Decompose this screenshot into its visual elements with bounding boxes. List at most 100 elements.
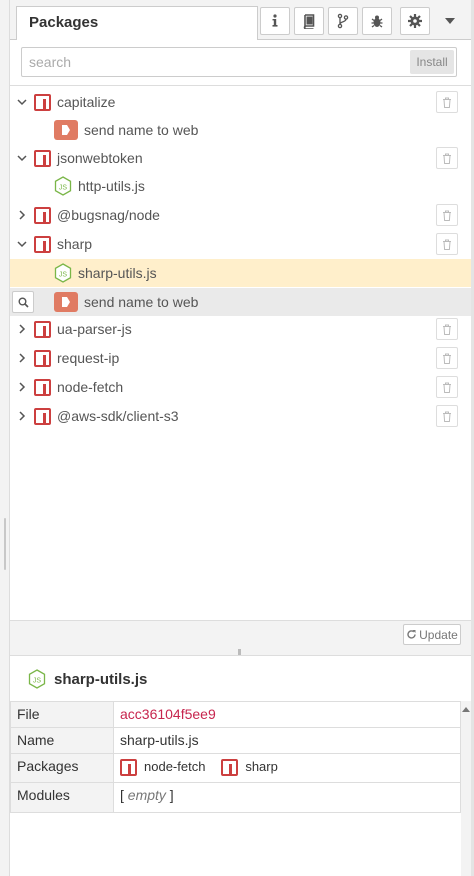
- settings-button[interactable]: [400, 7, 430, 35]
- search-bar: Install: [10, 40, 471, 86]
- js-file-icon: JS: [28, 669, 46, 689]
- delete-button[interactable]: [436, 233, 458, 255]
- trash-icon: [443, 382, 451, 393]
- package-name: capitalize: [57, 94, 116, 110]
- chevron-down-icon[interactable]: [16, 96, 28, 108]
- svg-text:JS: JS: [33, 678, 42, 685]
- js-file-icon: JS: [54, 263, 72, 283]
- panel-menu-dropdown[interactable]: [436, 7, 464, 35]
- search-input[interactable]: [22, 48, 402, 76]
- package-icon: [34, 407, 51, 425]
- tree-row-item[interactable]: JS http-utils.js: [10, 172, 471, 200]
- tree-row-package[interactable]: node-fetch: [10, 373, 471, 401]
- info-table: File acc36104f5ee9 Name sharp-utils.js P…: [10, 701, 461, 813]
- debug-button[interactable]: [362, 7, 392, 35]
- trash-icon: [443, 353, 451, 364]
- tree-row-item-selected[interactable]: JS sharp-utils.js: [10, 259, 471, 287]
- trash-icon: [443, 239, 451, 250]
- help-button[interactable]: [294, 7, 324, 35]
- rail-grip[interactable]: [4, 518, 6, 570]
- delete-button[interactable]: [436, 147, 458, 169]
- package-name: sharp: [57, 236, 93, 252]
- package-icon: [34, 349, 51, 367]
- info-scrollbar[interactable]: [461, 701, 471, 876]
- chevron-right-icon[interactable]: [16, 410, 28, 422]
- package-tree: capitalize send name to web jsonwebtoken…: [10, 88, 471, 620]
- delete-button[interactable]: [436, 204, 458, 226]
- update-button[interactable]: Update: [403, 624, 461, 645]
- delete-button[interactable]: [436, 318, 458, 340]
- tab-packages[interactable]: Packages: [16, 6, 258, 41]
- node-icon: [54, 292, 78, 312]
- info-title: sharp-utils.js: [54, 670, 148, 688]
- gear-icon: [408, 14, 422, 28]
- refresh-icon: [407, 630, 416, 639]
- caret-down-icon: [445, 18, 455, 24]
- chevron-right-icon[interactable]: [16, 323, 28, 335]
- update-bar: Update: [10, 620, 471, 647]
- svg-text:JS: JS: [59, 185, 68, 192]
- package-name: @aws-sdk/client-s3: [57, 408, 179, 424]
- caret-up-icon: [462, 706, 470, 712]
- install-button[interactable]: Install: [410, 50, 454, 74]
- package-icon: [34, 149, 51, 167]
- chevron-down-icon[interactable]: [16, 238, 28, 250]
- package-icon: [120, 758, 137, 776]
- reveal-button[interactable]: [12, 291, 34, 313]
- info-row-modules: Modules [ empty ]: [10, 782, 461, 813]
- tree-row-package[interactable]: request-ip: [10, 344, 471, 372]
- package-icon: [34, 93, 51, 111]
- info-modules: [ empty ]: [113, 782, 461, 813]
- package-icon: [34, 235, 51, 253]
- item-name: send name to web: [84, 122, 199, 138]
- panel-header: Packages: [10, 0, 471, 41]
- info-icon: [272, 14, 278, 27]
- branch-icon: [337, 13, 349, 29]
- file-link[interactable]: acc36104f5ee9: [113, 701, 461, 728]
- trash-icon: [443, 411, 451, 422]
- tree-row-item[interactable]: send name to web: [10, 116, 471, 144]
- tree-row-package[interactable]: @aws-sdk/client-s3: [10, 402, 471, 430]
- info-packages: node-fetch sharp: [113, 753, 461, 783]
- tree-row-package[interactable]: ua-parser-js: [10, 315, 471, 343]
- chevron-right-icon[interactable]: [16, 209, 28, 221]
- package-link[interactable]: node-fetch: [144, 759, 205, 774]
- tree-row-package[interactable]: @bugsnag/node: [10, 201, 471, 229]
- delete-button[interactable]: [436, 347, 458, 369]
- js-file-icon: JS: [54, 176, 72, 196]
- trash-icon: [443, 324, 451, 335]
- sidebar-resize-rail[interactable]: [0, 0, 10, 876]
- package-icon: [34, 320, 51, 338]
- info-key: Modules: [10, 782, 114, 813]
- package-name: request-ip: [57, 350, 120, 366]
- delete-button[interactable]: [436, 91, 458, 113]
- panel-splitter[interactable]: [10, 647, 471, 656]
- package-icon: [221, 758, 239, 776]
- tree-row-package[interactable]: jsonwebtoken: [10, 144, 471, 172]
- info-key: Name: [10, 727, 114, 754]
- package-name: node-fetch: [57, 379, 124, 395]
- info-row-name: Name sharp-utils.js: [10, 727, 461, 754]
- search-box: Install: [21, 47, 457, 77]
- splitter-grip[interactable]: [238, 649, 241, 655]
- bug-icon: [371, 15, 383, 28]
- package-name: @bugsnag/node: [57, 207, 160, 223]
- package-icon: [34, 378, 51, 396]
- info-header: JS sharp-utils.js: [10, 657, 471, 701]
- tree-row-package[interactable]: sharp: [10, 230, 471, 258]
- delete-button[interactable]: [436, 405, 458, 427]
- branch-button[interactable]: [328, 7, 358, 35]
- package-name: ua-parser-js: [57, 321, 132, 337]
- info-button[interactable]: [260, 7, 290, 35]
- delete-button[interactable]: [436, 376, 458, 398]
- package-link[interactable]: sharp: [245, 759, 278, 774]
- tree-row-package[interactable]: capitalize: [10, 88, 471, 116]
- package-name: jsonwebtoken: [57, 150, 143, 166]
- chevron-right-icon[interactable]: [16, 352, 28, 364]
- chevron-down-icon[interactable]: [16, 152, 28, 164]
- chevron-right-icon[interactable]: [16, 381, 28, 393]
- tree-row-item-hover[interactable]: send name to web: [10, 288, 471, 316]
- trash-icon: [443, 210, 451, 221]
- info-value: sharp-utils.js: [113, 727, 461, 754]
- scroll-up-arrow[interactable]: [460, 703, 472, 715]
